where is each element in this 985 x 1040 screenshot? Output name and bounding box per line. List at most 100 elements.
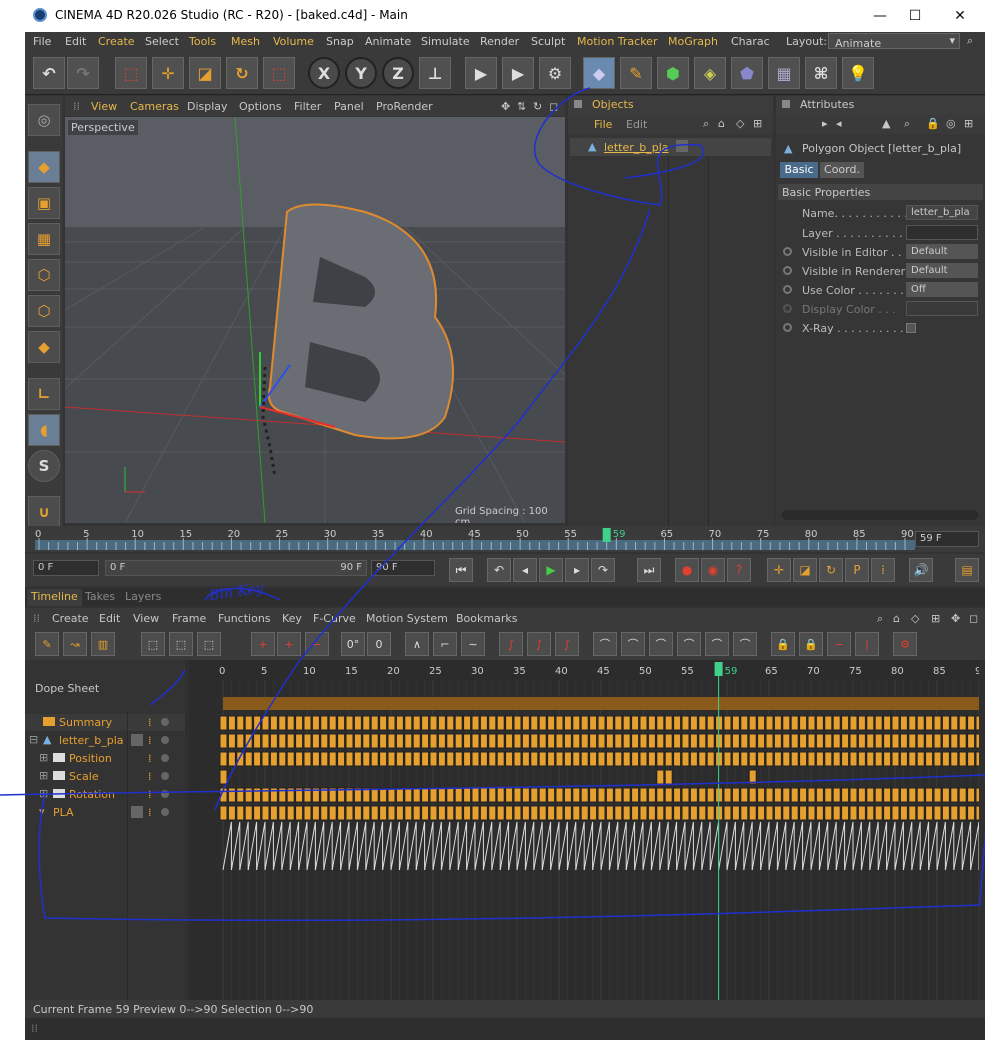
keyframe[interactable]: [328, 715, 337, 731]
keyframe[interactable]: [513, 715, 522, 731]
frame-all-icon[interactable]: ⬚: [141, 632, 165, 656]
keyframe[interactable]: [219, 805, 228, 821]
keyframe[interactable]: [337, 715, 346, 731]
keyframe[interactable]: [253, 805, 262, 821]
cube-primitive-icon[interactable]: ◆: [583, 57, 615, 89]
keyframe[interactable]: [572, 733, 581, 749]
keyframe[interactable]: [337, 751, 346, 767]
keyframe[interactable]: [689, 787, 698, 803]
menu-mesh[interactable]: Mesh: [231, 35, 260, 48]
keyframe[interactable]: [815, 805, 824, 821]
viewport-navigate-icon[interactable]: ✥: [501, 100, 510, 113]
keyframe[interactable]: [253, 787, 262, 803]
keyframe[interactable]: [421, 787, 430, 803]
timeline-menu-key[interactable]: Key: [282, 612, 302, 625]
keyframe[interactable]: [664, 805, 673, 821]
keyframe[interactable]: [622, 733, 631, 749]
keyframe[interactable]: [647, 733, 656, 749]
keyframe[interactable]: [975, 751, 979, 767]
track-row-position[interactable]: ⊞ Position ⁞: [25, 750, 185, 767]
keyframe[interactable]: [723, 805, 732, 821]
tangent-icon-5[interactable]: ⌒: [705, 632, 729, 656]
keyframe[interactable]: [505, 715, 514, 731]
keyframe[interactable]: [706, 733, 715, 749]
keyframe[interactable]: [874, 787, 883, 803]
keyframe[interactable]: [799, 805, 808, 821]
keyframe[interactable]: [387, 787, 396, 803]
keyframe[interactable]: [807, 733, 816, 749]
keyframe[interactable]: [639, 751, 648, 767]
track-mute-dot[interactable]: [161, 754, 169, 762]
scale-icon[interactable]: ◪: [189, 57, 221, 89]
menu-volume[interactable]: Volume: [273, 35, 314, 48]
keyframe[interactable]: [463, 715, 472, 731]
nav-forward-icon[interactable]: ▸: [822, 117, 828, 130]
keyframe[interactable]: [345, 751, 354, 767]
keyframe[interactable]: [471, 751, 480, 767]
keyframe[interactable]: [731, 733, 740, 749]
keyframe[interactable]: [891, 787, 900, 803]
keyframe[interactable]: [555, 715, 564, 731]
play-icon[interactable]: ▶: [539, 558, 563, 582]
live-selection-icon[interactable]: ⬚: [115, 57, 147, 89]
add-key-icon[interactable]: +: [277, 632, 301, 656]
keyframe[interactable]: [488, 787, 497, 803]
keyframe[interactable]: [488, 733, 497, 749]
keyframe[interactable]: [404, 805, 413, 821]
keyframe[interactable]: [639, 805, 648, 821]
keyframe[interactable]: [505, 805, 514, 821]
keyframe[interactable]: [538, 805, 547, 821]
keyframe[interactable]: [605, 805, 614, 821]
keyframe[interactable]: [589, 805, 598, 821]
keyframe[interactable]: [286, 715, 295, 731]
viewport-menu-cameras[interactable]: Cameras: [130, 100, 179, 113]
delete-key-icon[interactable]: −: [305, 632, 329, 656]
keyframe[interactable]: [370, 787, 379, 803]
keyframe[interactable]: [236, 805, 245, 821]
search-icon[interactable]: ⌕: [967, 34, 973, 48]
keyframe[interactable]: [395, 787, 404, 803]
keyframe[interactable]: [370, 805, 379, 821]
expand-icon[interactable]: ⊞: [39, 787, 48, 800]
tweak-mode-icon[interactable]: ◖: [28, 414, 60, 446]
track-solo-icon[interactable]: ⁞: [148, 806, 152, 819]
perspective-viewport[interactable]: Perspective Grid Spacing : 100 cm: [65, 117, 565, 523]
keyframe[interactable]: [379, 805, 388, 821]
keyframe[interactable]: [841, 805, 850, 821]
maximize-button[interactable]: ☐: [905, 6, 925, 26]
keyframe[interactable]: [765, 805, 774, 821]
attributes-search-icon[interactable]: ⌕: [904, 117, 910, 131]
viewport-menu-panel[interactable]: Panel: [334, 100, 364, 113]
timeline-menu-view[interactable]: View: [133, 612, 159, 625]
keyframe[interactable]: [328, 805, 337, 821]
keyframe[interactable]: [950, 715, 959, 731]
keyframe[interactable]: [740, 715, 749, 731]
keyframe[interactable]: [656, 751, 665, 767]
keyframe[interactable]: [841, 787, 850, 803]
timeline-new-panel-icon[interactable]: ⊞: [931, 612, 940, 625]
keyframe[interactable]: [706, 787, 715, 803]
keyframe[interactable]: [866, 733, 875, 749]
keyframe[interactable]: [967, 805, 976, 821]
keyframe[interactable]: [429, 733, 438, 749]
keyframe[interactable]: [782, 715, 791, 731]
expand-icon[interactable]: ⊞: [39, 769, 48, 782]
keyframe[interactable]: [421, 751, 430, 767]
key-rotation-icon[interactable]: ↻: [819, 558, 843, 582]
keyframe[interactable]: [967, 751, 976, 767]
keyframe[interactable]: [530, 715, 539, 731]
menu-edit[interactable]: Edit: [65, 35, 86, 48]
linear-interp-icon[interactable]: ∧: [405, 632, 429, 656]
bake-icon[interactable]: ⚙: [893, 632, 917, 656]
viewport-menu-options[interactable]: Options: [239, 100, 281, 113]
keyframe[interactable]: [765, 787, 774, 803]
keyframe[interactable]: [437, 715, 446, 731]
keyframe[interactable]: [320, 787, 329, 803]
keyframe[interactable]: [303, 733, 312, 749]
timeline-home-icon[interactable]: ⌂: [893, 612, 900, 625]
keyframe[interactable]: [597, 787, 606, 803]
keyframe[interactable]: [337, 733, 346, 749]
expand-icon[interactable]: ⊞: [39, 751, 48, 764]
edges-mode-icon[interactable]: ⬡: [28, 295, 60, 327]
keyframe[interactable]: [664, 769, 673, 785]
